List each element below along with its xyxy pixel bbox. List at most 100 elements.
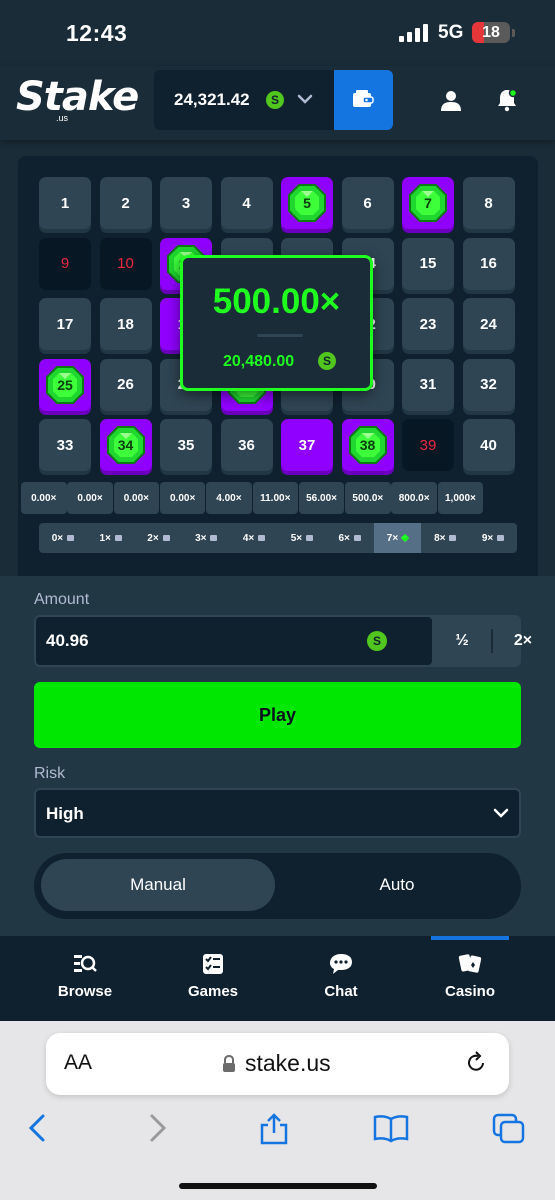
tile-number: 8 — [484, 194, 493, 212]
risk-select[interactable]: High — [34, 788, 521, 838]
games-icon — [203, 954, 223, 974]
tile-36[interactable]: 36 — [220, 419, 273, 471]
gem-marker-icon — [449, 535, 457, 541]
tile-number: 24 — [480, 315, 497, 333]
tile-8[interactable]: 8 — [462, 177, 515, 229]
tile-37[interactable]: 37 — [281, 419, 333, 471]
hit-count-cell: 7× — [373, 523, 422, 553]
tile-35[interactable]: 35 — [160, 419, 212, 471]
tile-32[interactable]: 32 — [462, 358, 515, 411]
clock: 12:43 — [66, 20, 128, 46]
tile-number: 39 — [419, 436, 437, 454]
amount-value: 40.96 — [46, 631, 89, 650]
reload-icon[interactable] — [464, 1051, 488, 1075]
payout-cell: 0.00× — [113, 482, 160, 514]
tile-4[interactable]: 4 — [220, 177, 273, 229]
tile-18[interactable]: 18 — [99, 298, 152, 350]
stake-logo[interactable]: Stake — [16, 74, 139, 120]
nav-casino[interactable]: Casino — [420, 953, 520, 1000]
share-icon[interactable] — [259, 1113, 289, 1145]
tile-26[interactable]: 26 — [99, 358, 152, 411]
user-icon[interactable] — [439, 88, 463, 112]
nav-games[interactable]: Games — [163, 953, 263, 1000]
double-bet-button[interactable]: 2× — [493, 615, 553, 667]
tile-2[interactable]: 2 — [99, 177, 152, 229]
tile-9[interactable]: 9 — [39, 237, 91, 290]
address-bar[interactable]: AA stake.us — [46, 1033, 509, 1095]
back-icon[interactable] — [26, 1113, 48, 1143]
tile-number: 31 — [419, 376, 437, 393]
risk-label: Risk — [34, 765, 66, 782]
amount-input[interactable]: 40.96 S — [36, 617, 432, 665]
tile-38[interactable]: 38 — [341, 419, 394, 471]
gem-marker-icon — [400, 533, 410, 543]
logo-suffix: .us — [56, 113, 69, 123]
tile-17[interactable]: 17 — [39, 298, 91, 350]
hit-count-cell: 2× — [135, 523, 183, 553]
nav-chat[interactable]: Chat — [291, 953, 391, 1000]
tile-7[interactable]: 7 — [402, 177, 454, 229]
tile-24[interactable]: 24 — [462, 298, 515, 350]
tile-number: 40 — [480, 436, 497, 454]
gem-marker-icon — [497, 535, 505, 541]
tile-40[interactable]: 40 — [462, 419, 515, 471]
payout-cell: 0.00× — [159, 482, 206, 514]
text-size-button[interactable]: AA — [64, 1051, 92, 1075]
amount-group: 40.96 S ½ 2× — [34, 615, 532, 667]
hit-count-cell: 4× — [230, 523, 278, 553]
payout-cell: 4.00× — [206, 482, 252, 514]
tabs-icon[interactable] — [492, 1113, 526, 1145]
tile-25[interactable]: 25 — [39, 358, 91, 411]
gem-marker-icon — [210, 535, 218, 541]
tile-number: 35 — [177, 436, 195, 454]
bookmarks-icon[interactable] — [373, 1113, 409, 1143]
tab-auto[interactable]: Auto — [280, 859, 514, 911]
balance-selector[interactable]: 24,321.42 S — [154, 70, 334, 130]
hit-count-cell: 0× — [39, 523, 87, 553]
hit-count-label: 8× — [434, 532, 446, 544]
tab-manual[interactable]: Manual — [41, 859, 275, 911]
tile-16[interactable]: 16 — [462, 237, 515, 290]
tile-34[interactable]: 34 — [99, 419, 152, 471]
tile-6[interactable]: 6 — [341, 177, 394, 229]
casino-icon — [458, 954, 482, 973]
tile-number: 34 — [117, 437, 134, 453]
hit-count-label: 9× — [481, 532, 494, 544]
lock-icon — [223, 1055, 235, 1072]
payout-cell: 0.00× — [67, 482, 113, 514]
tile-number: 6 — [363, 194, 372, 212]
mode-toggle: Manual Auto — [34, 853, 521, 919]
hit-count-label: 1× — [99, 532, 111, 544]
win-popup: 500.00× 20,480.00 S — [180, 255, 373, 391]
tile-5[interactable]: 5 — [281, 177, 333, 229]
hit-count-label: 5× — [290, 532, 303, 544]
tile-39[interactable]: 39 — [402, 419, 454, 471]
tile-1[interactable]: 1 — [39, 177, 91, 229]
bell-icon[interactable] — [495, 88, 519, 112]
tile-number: 36 — [238, 436, 255, 454]
tile-33[interactable]: 33 — [39, 419, 91, 471]
tile-23[interactable]: 23 — [402, 298, 454, 350]
tile-15[interactable]: 15 — [402, 237, 454, 290]
tile-number: 16 — [480, 255, 497, 272]
tile-number: 7 — [424, 195, 432, 211]
payout-cell: 11.00× — [252, 482, 298, 514]
nav-browse[interactable]: Browse — [35, 953, 135, 1000]
url-text: stake.us — [245, 1050, 331, 1076]
play-button[interactable]: Play — [34, 682, 521, 748]
wallet-button[interactable] — [334, 70, 393, 130]
browse-icon — [74, 955, 97, 972]
half-bet-button[interactable]: ½ — [432, 615, 492, 667]
tile-number: 32 — [480, 376, 497, 393]
risk-value: High — [46, 804, 84, 823]
hit-count-cell: 8× — [421, 523, 469, 553]
sweeps-coin-icon: S — [367, 631, 387, 651]
tile-number: 25 — [57, 376, 73, 393]
tile-3[interactable]: 3 — [160, 177, 212, 229]
gem-marker-icon — [67, 535, 75, 541]
forward-icon[interactable] — [147, 1113, 169, 1143]
tile-number: 38 — [359, 437, 376, 453]
tile-10[interactable]: 10 — [99, 237, 152, 290]
hit-count-cell: 6× — [326, 523, 374, 553]
tile-31[interactable]: 31 — [402, 358, 454, 411]
